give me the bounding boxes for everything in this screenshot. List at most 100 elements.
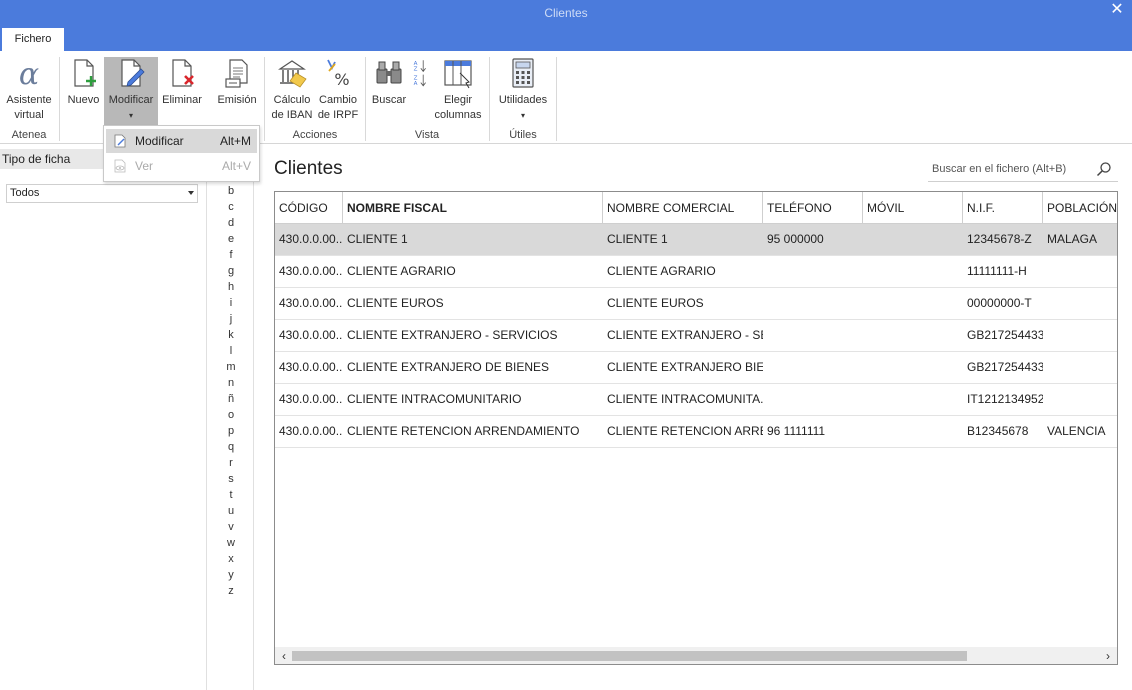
columnas-label-2: columnas: [434, 109, 482, 121]
sort-button[interactable]: A Z Z A: [409, 57, 431, 123]
nuevo-button[interactable]: Nuevo: [65, 57, 102, 123]
sort-az-icon: A Z Z A: [414, 60, 426, 87]
alphabet-letter[interactable]: s: [208, 471, 254, 487]
modificar-dropdown-menu: Modificar Alt+M Ver Alt+V: [103, 125, 260, 182]
alphabet-letter[interactable]: c: [208, 199, 254, 215]
tipo-ficha-value: Todos: [10, 187, 40, 199]
table-cell: 430.0.0.00...: [279, 296, 343, 310]
eliminar-button[interactable]: Eliminar: [160, 57, 204, 123]
menu-item-ver-label: Ver: [135, 159, 154, 173]
close-icon[interactable]: ✕: [1108, 1, 1126, 19]
alphabet-letter[interactable]: g: [208, 263, 254, 279]
view-document-icon: [114, 159, 126, 173]
alphabet-index: bcdefghijklmnñopqrstuvwxyz: [208, 145, 254, 690]
alphabet-letter[interactable]: v: [208, 519, 254, 535]
svg-text:%: %: [334, 70, 349, 89]
table-cell: [863, 224, 963, 256]
alphabet-letter[interactable]: x: [208, 551, 254, 567]
buscar-button[interactable]: Buscar: [370, 57, 408, 123]
alphabet-letter[interactable]: w: [208, 535, 254, 551]
table-cell: 430.0.0.00...: [279, 264, 343, 278]
alphabet-letter[interactable]: ñ: [208, 391, 254, 407]
alphabet-letter[interactable]: l: [208, 343, 254, 359]
new-document-icon: [73, 59, 96, 87]
menu-item-modificar-shortcut: Alt+M: [219, 134, 251, 148]
table-row[interactable]: 430.0.0.00... CLIENTE EXTRANJERO DE BIENE…: [275, 352, 1117, 384]
group-label-acciones: Acciones: [292, 129, 338, 141]
alphabet-letter[interactable]: m: [208, 359, 254, 375]
scroll-right-icon[interactable]: ›: [1101, 649, 1115, 663]
alphabet-letter[interactable]: p: [208, 423, 254, 439]
alphabet-letter[interactable]: d: [208, 215, 254, 231]
alphabet-letter[interactable]: b: [208, 183, 254, 199]
alphabet-letter[interactable]: j: [208, 311, 254, 327]
table-cell: CLIENTE AGRARIO: [607, 264, 716, 278]
asistente-virtual-button[interactable]: α Asistente virtual: [3, 57, 55, 123]
column-header[interactable]: CÓDIGO: [275, 192, 343, 224]
table-cell: CLIENTE EXTRANJERO - SE...: [607, 328, 763, 342]
table-row[interactable]: 430.0.0.00... CLIENTE EUROS CLIENTE EUROS 0…: [275, 288, 1117, 320]
column-header[interactable]: NOMBRE FISCAL: [343, 192, 603, 224]
table-cell: [863, 256, 963, 288]
alphabet-letter[interactable]: o: [208, 407, 254, 423]
irpf-label-1: Cambio: [319, 94, 357, 106]
group-label-utiles: Útiles: [509, 129, 537, 141]
tipo-ficha-select[interactable]: Todos: [6, 184, 198, 203]
modificar-label: Modificar: [108, 94, 154, 106]
table-cell: 430.0.0.00...: [279, 232, 343, 246]
alphabet-letter[interactable]: q: [208, 439, 254, 455]
scroll-left-icon[interactable]: ‹: [277, 649, 291, 663]
alphabet-letter[interactable]: y: [208, 567, 254, 583]
table-cell: CLIENTE RETENCION ARRENDAMIENTO: [347, 424, 580, 438]
table-cell: [1043, 320, 1117, 352]
table-cell: [1043, 256, 1117, 288]
alphabet-letter[interactable]: k: [208, 327, 254, 343]
ribbon-separator: [59, 57, 60, 141]
alphabet-letter[interactable]: h: [208, 279, 254, 295]
print-document-icon: [225, 59, 248, 88]
alphabet-letter[interactable]: r: [208, 455, 254, 471]
calculo-iban-button[interactable]: Cálculo de IBAN: [270, 57, 314, 123]
table-cell: B12345678: [967, 424, 1029, 438]
alphabet-letter[interactable]: i: [208, 295, 254, 311]
alphabet-letter[interactable]: e: [208, 231, 254, 247]
emision-button[interactable]: Emisión: [215, 57, 259, 123]
horizontal-scrollbar[interactable]: ‹ ›: [275, 647, 1117, 664]
table-row[interactable]: 430.0.0.00... CLIENTE RETENCION ARRENDAMI…: [275, 416, 1117, 448]
table-cell: [763, 256, 863, 288]
menu-item-modificar[interactable]: Modificar Alt+M: [106, 129, 257, 153]
chevron-down-icon: ▾: [128, 111, 133, 120]
buscar-label: Buscar: [371, 94, 407, 106]
table-row[interactable]: 430.0.0.00... CLIENTE 1 CLIENTE 1 95 000000…: [275, 224, 1117, 256]
page-title: Clientes: [274, 158, 343, 179]
column-header[interactable]: TELÉFONO: [763, 192, 863, 224]
search-icon[interactable]: [1096, 161, 1112, 177]
column-header[interactable]: N.I.F.: [963, 192, 1043, 224]
table-row[interactable]: 430.0.0.00... CLIENTE EXTRANJERO - SERVIC…: [275, 320, 1117, 352]
modificar-button[interactable]: Modificar ▾: [104, 57, 158, 125]
elegir-columnas-button[interactable]: Elegir columnas: [432, 57, 484, 123]
scrollbar-thumb[interactable]: [292, 651, 967, 661]
search-box: [928, 156, 1118, 182]
alphabet-letter[interactable]: n: [208, 375, 254, 391]
column-header[interactable]: POBLACIÓN: [1043, 192, 1117, 224]
column-header[interactable]: MÓVIL: [863, 192, 963, 224]
utilidades-button[interactable]: Utilidades ▾: [495, 57, 551, 123]
menu-item-ver[interactable]: Ver Alt+V: [106, 154, 257, 178]
table-cell: CLIENTE EUROS: [347, 296, 444, 310]
tab-fichero[interactable]: Fichero: [2, 28, 64, 51]
search-input[interactable]: [932, 160, 1082, 177]
alphabet-letter[interactable]: u: [208, 503, 254, 519]
column-header[interactable]: NOMBRE COMERCIAL: [603, 192, 763, 224]
table-row[interactable]: 430.0.0.00... CLIENTE INTRACOMUNITARIO CLI…: [275, 384, 1117, 416]
table-cell: CLIENTE 1: [347, 232, 408, 246]
table-cell: [1043, 352, 1117, 384]
cambio-irpf-button[interactable]: % Cambio de IRPF: [316, 57, 360, 123]
alphabet-letter[interactable]: t: [208, 487, 254, 503]
table-cell: 430.0.0.00...: [279, 424, 343, 438]
window-title: Clientes: [544, 6, 588, 20]
table-row[interactable]: 430.0.0.00... CLIENTE AGRARIO CLIENTE AGRA…: [275, 256, 1117, 288]
alphabet-letter[interactable]: z: [208, 583, 254, 599]
alphabet-letter[interactable]: f: [208, 247, 254, 263]
table-cell: GB217254433: [967, 360, 1043, 374]
